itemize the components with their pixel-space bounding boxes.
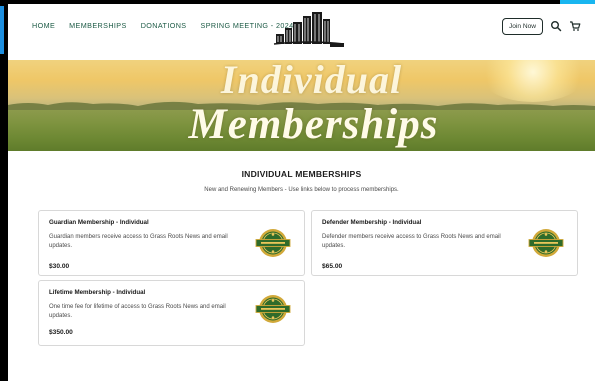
window-accent-left [0,6,4,54]
section-subtitle: New and Renewing Members - Use links bel… [204,187,399,193]
membership-title[interactable]: Guardian Membership - Individual [49,219,149,226]
site-logo[interactable] [272,10,346,50]
section-title: INDIVIDUAL MEMBERSHIPS [241,169,362,179]
hero-banner: Individual Memberships [8,60,595,151]
nav-home[interactable]: HOME [32,21,55,30]
hero-title-line2: Memberships [188,101,439,148]
membership-card-guardian[interactable]: Guardian Membership - Individual Guardia… [38,210,305,276]
membership-price: $65.00 [322,263,343,270]
member-seal-icon [528,229,564,257]
main-nav: HOME MEMBERSHIPS DONATIONS SPRING MEETIN… [32,21,294,30]
nav-memberships[interactable]: MEMBERSHIPS [69,21,127,30]
membership-description: Defender members receive access to Grass… [322,234,501,249]
nav-donations[interactable]: DONATIONS [141,21,187,30]
search-icon[interactable] [550,20,562,32]
member-seal-icon [255,295,291,323]
membership-description: One time fee for lifetime of access to G… [49,304,226,319]
cart-icon[interactable] [569,20,581,32]
page: HOME MEMBERSHIPS DONATIONS SPRING MEETIN… [8,4,595,381]
membership-price: $30.00 [49,263,70,270]
membership-title[interactable]: Defender Membership - Individual [322,219,421,226]
membership-card-defender[interactable]: Defender Membership - Individual Defende… [311,210,578,276]
hero-title-line1: Individual [220,60,403,102]
membership-title[interactable]: Lifetime Membership - Individual [49,289,145,296]
member-seal-icon [255,229,291,257]
site-header: HOME MEMBERSHIPS DONATIONS SPRING MEETIN… [8,4,595,60]
join-now-button[interactable]: Join Now [502,18,543,35]
membership-card-lifetime[interactable]: Lifetime Membership - Individual One tim… [38,280,305,346]
membership-price: $350.00 [49,329,73,336]
membership-description: Guardian members receive access to Grass… [49,234,228,249]
